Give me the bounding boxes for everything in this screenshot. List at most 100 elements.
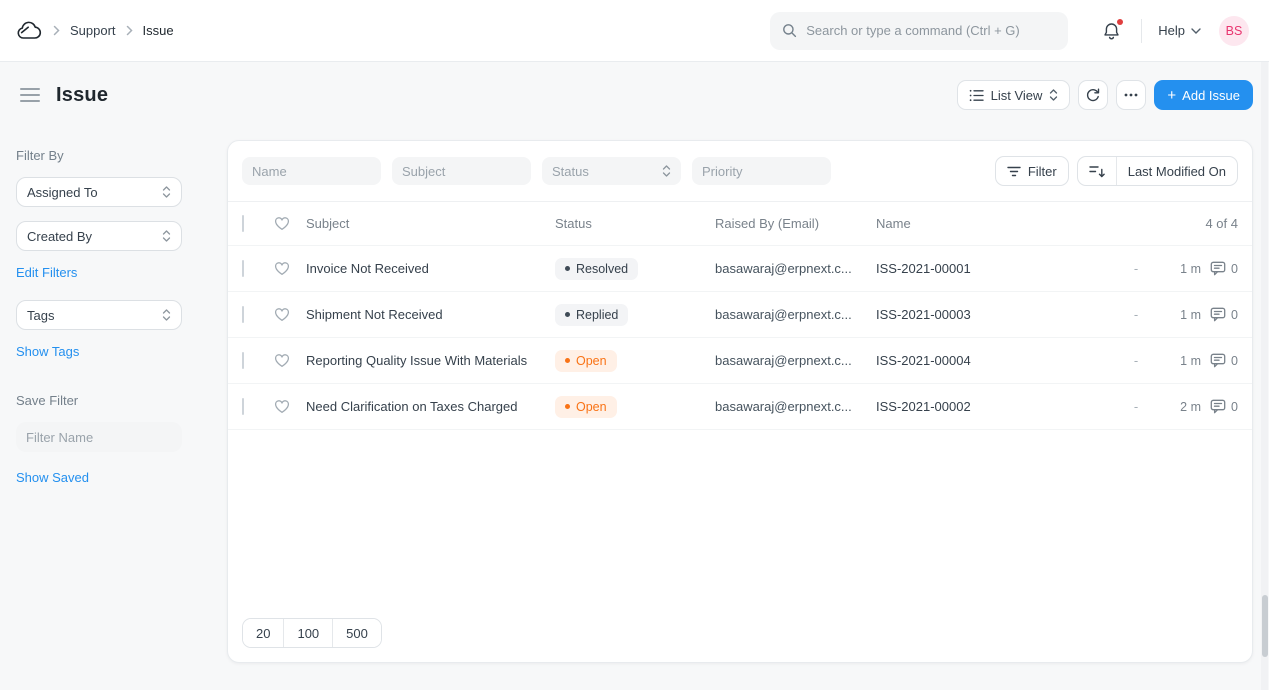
assigned-to-value: - <box>1121 307 1151 322</box>
list-view-icon <box>969 89 984 102</box>
select-all-checkbox[interactable] <box>242 216 258 231</box>
app-logo[interactable] <box>16 21 43 41</box>
add-issue-button[interactable]: + Add Issue <box>1154 80 1253 110</box>
filter-button-label: Filter <box>1028 164 1057 179</box>
last-modified-value: 1 m <box>1151 354 1201 368</box>
name-filter-input[interactable] <box>242 157 381 185</box>
breadcrumb-support[interactable]: Support <box>70 23 116 38</box>
heart-icon[interactable] <box>274 353 290 368</box>
last-modified-value: 2 m <box>1151 400 1201 414</box>
refresh-button[interactable] <box>1078 80 1108 110</box>
assigned-to-label: Assigned To <box>27 185 98 200</box>
raised-by-email: basawaraj@erpnext.c... <box>715 353 876 368</box>
view-switcher-button[interactable]: List View <box>957 80 1071 110</box>
subject-filter-input[interactable] <box>392 157 531 185</box>
issue-id: ISS-2021-00002 <box>876 399 1121 414</box>
comment-count: 0 <box>1210 353 1238 368</box>
comment-icon <box>1210 399 1226 414</box>
list-row[interactable]: Shipment Not Received Replied basawaraj@… <box>228 292 1252 338</box>
refresh-icon <box>1085 87 1101 103</box>
comment-icon <box>1210 307 1226 322</box>
status-filter-select[interactable]: Status <box>542 157 681 185</box>
list-footer: 20 100 500 <box>228 604 1252 662</box>
heart-icon[interactable] <box>274 261 290 276</box>
issue-subject: Shipment Not Received <box>306 307 555 322</box>
chevron-updown-icon <box>162 308 171 322</box>
scrollbar-thumb[interactable] <box>1262 595 1268 657</box>
list-header-row: Subject Status Raised By (Email) Name 4 … <box>228 202 1252 246</box>
issue-subject: Invoice Not Received <box>306 261 555 276</box>
filter-icon <box>1007 166 1021 177</box>
page-length-100-button[interactable]: 100 <box>283 619 332 647</box>
issue-id: ISS-2021-00003 <box>876 307 1121 322</box>
scrollbar-track[interactable] <box>1261 62 1268 690</box>
list-row[interactable]: Invoice Not Received Resolved basawaraj@… <box>228 246 1252 292</box>
heart-icon[interactable] <box>274 307 290 322</box>
priority-filter-input[interactable] <box>692 157 831 185</box>
page-length-500-button[interactable]: 500 <box>332 619 381 647</box>
chevron-down-icon <box>1191 28 1201 34</box>
divider <box>1141 19 1142 43</box>
show-saved-link[interactable]: Show Saved <box>16 470 89 485</box>
filter-name-input[interactable] <box>16 422 182 452</box>
column-header-raised-by[interactable]: Raised By (Email) <box>715 216 876 231</box>
row-checkbox[interactable] <box>242 353 258 368</box>
created-by-label: Created By <box>27 229 92 244</box>
edit-filters-link[interactable]: Edit Filters <box>16 265 77 280</box>
plus-icon: + <box>1167 88 1176 103</box>
sort-direction-button[interactable] <box>1078 157 1116 185</box>
page-actions: List View + Add Issue <box>957 80 1253 110</box>
notifications-button[interactable] <box>1098 17 1125 45</box>
column-header-name[interactable]: Name <box>876 216 1121 231</box>
created-by-select[interactable]: Created By <box>16 221 182 251</box>
status-filter-placeholder: Status <box>552 164 589 179</box>
row-checkbox[interactable] <box>242 261 258 276</box>
page-length-selector: 20 100 500 <box>242 618 382 648</box>
page-length-20-button[interactable]: 20 <box>243 619 283 647</box>
issue-id: ISS-2021-00004 <box>876 353 1121 368</box>
notification-dot <box>1117 19 1123 25</box>
breadcrumb-issue[interactable]: Issue <box>143 23 174 38</box>
column-header-status[interactable]: Status <box>555 216 715 231</box>
list-count: 4 of 4 <box>1205 216 1238 231</box>
list-row[interactable]: Reporting Quality Issue With Materials O… <box>228 338 1252 384</box>
chevron-right-icon <box>126 25 133 36</box>
filter-button[interactable]: Filter <box>995 156 1069 186</box>
comment-icon <box>1210 261 1226 276</box>
heart-icon[interactable] <box>274 216 290 231</box>
user-avatar[interactable]: BS <box>1219 16 1249 46</box>
raised-by-email: basawaraj@erpnext.c... <box>715 399 876 414</box>
row-checkbox[interactable] <box>242 307 258 322</box>
status-dot-icon <box>565 266 570 271</box>
row-checkbox[interactable] <box>242 399 258 414</box>
chevron-updown-icon <box>662 164 671 178</box>
list-sidebar: Filter By Assigned To Created By Edit Fi… <box>16 140 182 663</box>
status-badge: Replied <box>555 304 628 326</box>
comment-icon <box>1210 353 1226 368</box>
ellipsis-icon <box>1124 93 1138 97</box>
issue-list-card: Status Filter <box>227 140 1253 663</box>
add-issue-label: Add Issue <box>1182 88 1240 103</box>
issue-subject: Need Clarification on Taxes Charged <box>306 399 555 414</box>
global-search[interactable] <box>770 12 1068 50</box>
assigned-to-value: - <box>1121 261 1151 276</box>
status-dot-icon <box>565 312 570 317</box>
column-header-subject[interactable]: Subject <box>306 216 555 231</box>
global-search-input[interactable] <box>806 23 1056 38</box>
filter-by-label: Filter By <box>16 148 182 163</box>
list-filter-bar: Status Filter <box>228 141 1252 202</box>
show-tags-link[interactable]: Show Tags <box>16 344 79 359</box>
sort-field-button[interactable]: Last Modified On <box>1117 157 1237 185</box>
heart-icon[interactable] <box>274 399 290 414</box>
last-modified-value: 1 m <box>1151 308 1201 322</box>
help-menu-button[interactable]: Help <box>1158 23 1201 38</box>
tags-select[interactable]: Tags <box>16 300 182 330</box>
sort-field-label: Last Modified On <box>1128 164 1226 179</box>
status-badge: Open <box>555 350 617 372</box>
sidebar-toggle-button[interactable] <box>16 84 44 107</box>
menu-ellipsis-button[interactable] <box>1116 80 1146 110</box>
assigned-to-select[interactable]: Assigned To <box>16 177 182 207</box>
issue-subject: Reporting Quality Issue With Materials <box>306 353 555 368</box>
list-row[interactable]: Need Clarification on Taxes Charged Open… <box>228 384 1252 430</box>
sort-control[interactable]: Last Modified On <box>1077 156 1238 186</box>
